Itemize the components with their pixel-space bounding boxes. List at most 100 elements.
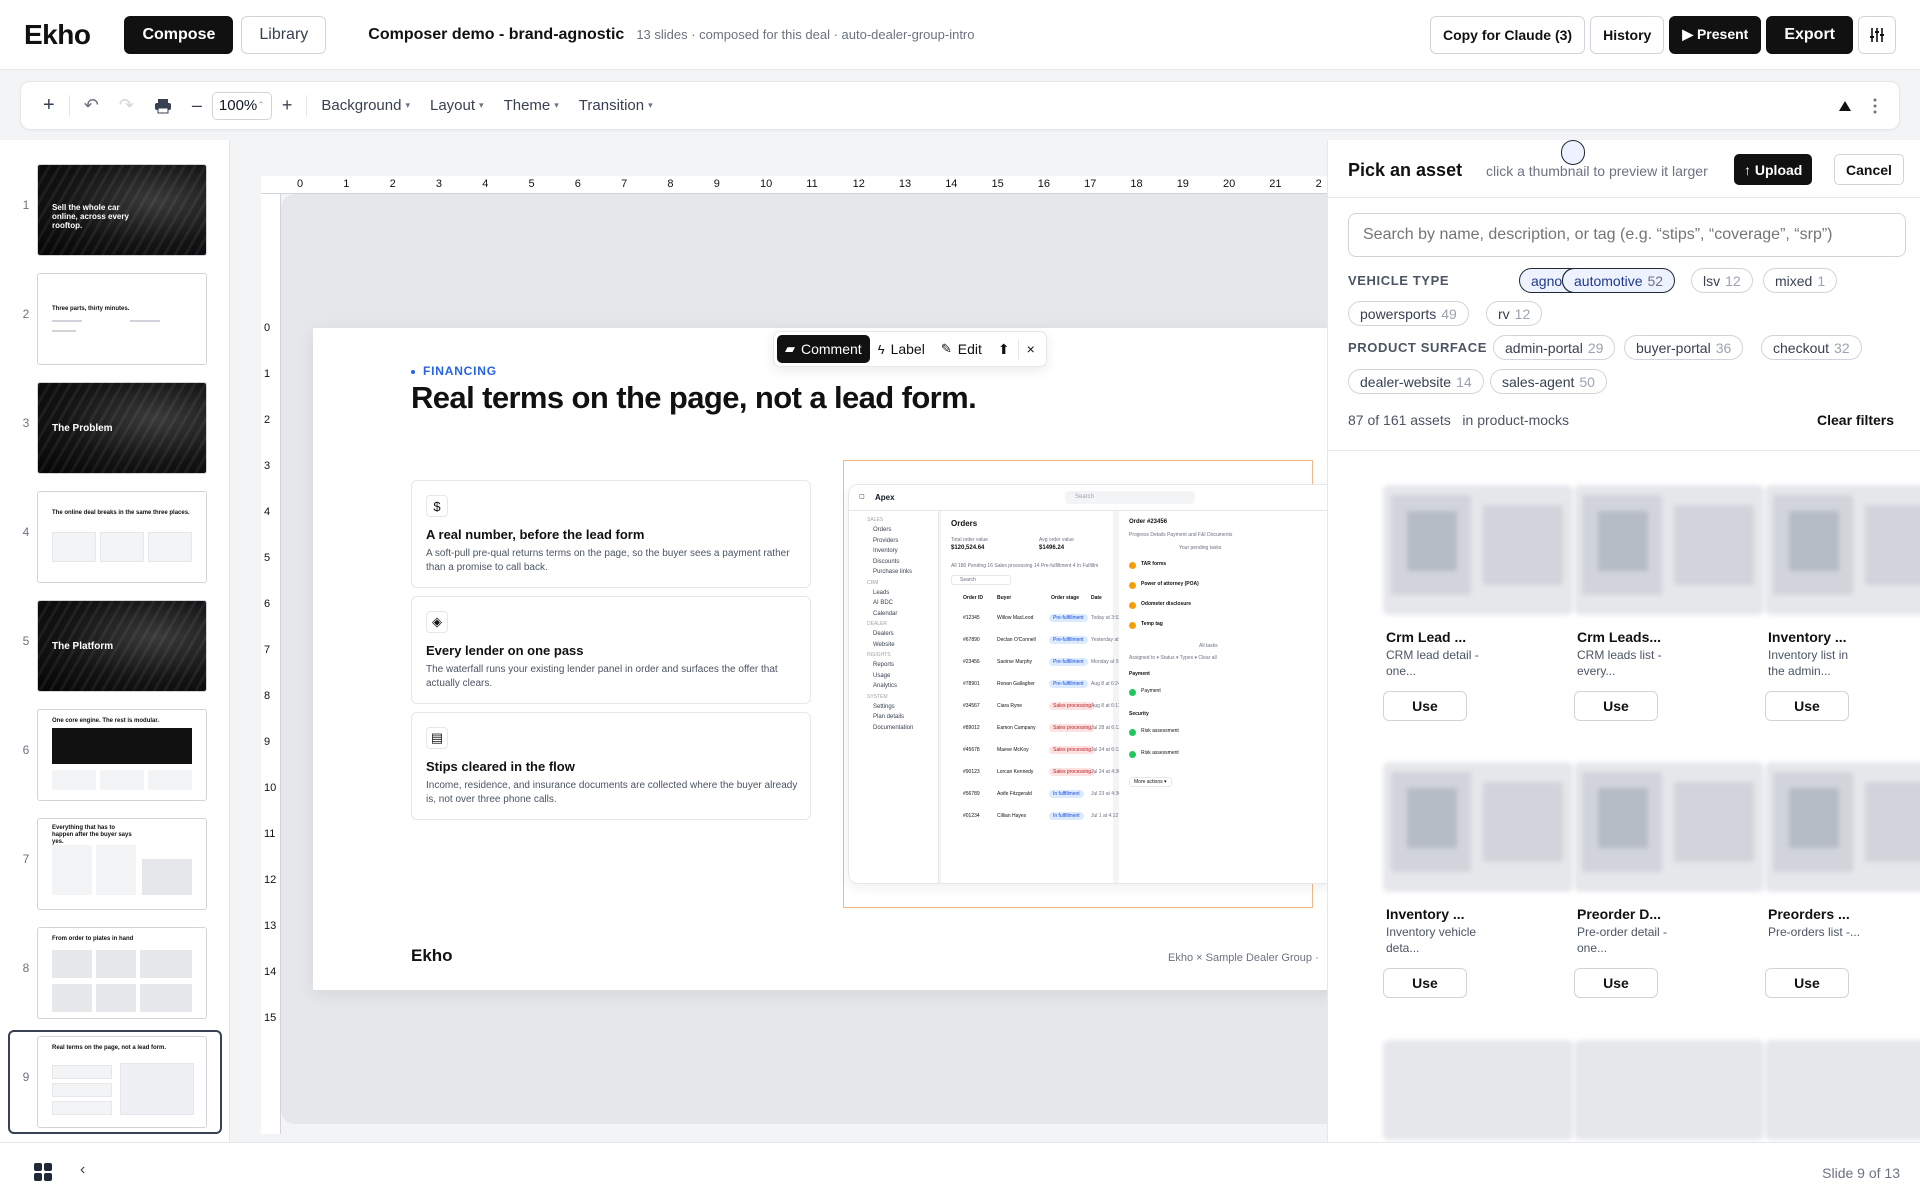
product-mock-screenshot[interactable]: ▢ Apex Search SALES Orders Providers Invent… xyxy=(848,484,1327,884)
chip-count: 1 xyxy=(1817,272,1826,289)
zoom-select[interactable]: 100% ⌃ xyxy=(211,91,272,120)
thumbnail-mock xyxy=(120,1063,194,1115)
print-button[interactable] xyxy=(144,91,182,121)
thumbnail-card xyxy=(148,770,192,790)
thumbnail-card xyxy=(52,950,92,978)
redo-icon[interactable]: ↷ xyxy=(109,91,144,121)
thumbnail-image: One core engine. The rest is modular. xyxy=(37,709,207,801)
asset-thumbnail[interactable] xyxy=(1765,485,1920,615)
library-tab[interactable]: Library xyxy=(241,15,327,54)
clear-filters-button[interactable]: Clear filters xyxy=(1817,412,1894,428)
move-up-button[interactable]: ⬆ xyxy=(990,335,1018,363)
zoom-out-button[interactable]: – xyxy=(182,91,212,121)
ruler-tick-label: 1 xyxy=(264,368,271,380)
thumbnail-image: The online deal breaks in the same three… xyxy=(37,491,207,583)
chip-dealer-website[interactable]: dealer-website 14 xyxy=(1348,369,1484,394)
mock-nav-item: Plan details xyxy=(873,714,905,720)
label-button[interactable]: ϟ Label xyxy=(870,335,933,363)
background-menu[interactable]: Background ▾ xyxy=(311,91,420,121)
ruler-tick-label: 14 xyxy=(264,966,277,978)
thumbnail-image: Real terms on the page, not a lead form. xyxy=(37,1036,207,1128)
chip-sales-agent[interactable]: sales-agent 50 xyxy=(1490,369,1607,394)
chip-buyer-portal[interactable]: buyer-portal 36 xyxy=(1624,335,1744,360)
thumb-block xyxy=(1674,505,1754,585)
mock-detail-tabs: Progress Details Payment and F&I Documen… xyxy=(1129,532,1233,538)
copy-for-claude-button[interactable]: Copy for Claude (3) xyxy=(1429,15,1586,54)
collapse-rail-button[interactable]: ‹ xyxy=(80,1161,85,1179)
feature-card[interactable]: ▤ Stips cleared in the flow Income, resi… xyxy=(411,712,811,820)
slide-thumbnail-selected[interactable]: 9 Real terms on the page, not a lead for… xyxy=(0,1030,230,1134)
compose-tab[interactable]: Compose xyxy=(124,15,234,54)
use-asset-button[interactable]: Use xyxy=(1383,691,1467,721)
asset-thumbnail[interactable] xyxy=(1383,1040,1573,1140)
slide-thumbnail[interactable]: 3 The Problem xyxy=(0,376,230,480)
asset-thumbnail[interactable] xyxy=(1574,1040,1764,1140)
use-asset-button[interactable]: Use xyxy=(1574,691,1658,721)
asset-thumbnail[interactable] xyxy=(1383,485,1573,615)
card-title: A real number, before the lead form xyxy=(426,527,645,542)
slide-thumbnail[interactable]: 6 One core engine. The rest is modular. xyxy=(0,703,230,807)
transition-menu[interactable]: Transition ▾ xyxy=(569,91,663,121)
slide-thumbnail[interactable]: 2 Three parts, thirty minutes. xyxy=(0,267,230,371)
chip-automotive[interactable]: automotive 52 xyxy=(1562,268,1676,293)
ruler-tick-label: 14 xyxy=(945,178,958,190)
vehicle-type-label: VEHICLE TYPE xyxy=(1348,273,1450,288)
asset-description: Inventory list in the admin... xyxy=(1768,648,1849,679)
undo-icon[interactable]: ↶ xyxy=(74,91,109,121)
edit-button[interactable]: ✎ Edit xyxy=(933,335,990,363)
grid-view-icon[interactable] xyxy=(34,1163,52,1181)
zoom-in-button[interactable]: + xyxy=(272,91,303,121)
more-vertical-icon[interactable] xyxy=(1873,98,1877,114)
chip-lsv[interactable]: lsv 12 xyxy=(1691,268,1753,293)
close-selection-button[interactable]: × xyxy=(1017,339,1043,359)
chip-rv[interactable]: rv 12 xyxy=(1486,301,1543,326)
edit-label: Edit xyxy=(957,341,982,357)
settings-sliders-button[interactable] xyxy=(1858,15,1896,54)
chip-checkout[interactable]: checkout 32 xyxy=(1761,335,1862,360)
asset-thumbnail[interactable] xyxy=(1574,762,1764,892)
asset-thumbnail[interactable] xyxy=(1765,762,1920,892)
cancel-button[interactable]: Cancel xyxy=(1834,154,1904,185)
mock-orders-title: Orders xyxy=(951,519,978,528)
asset-title: Preorder D... xyxy=(1577,906,1662,922)
upload-button[interactable]: ↑ Upload xyxy=(1734,154,1813,185)
mock-nav-item: Documentation xyxy=(873,724,914,731)
slide-thumbnail[interactable]: 5 The Platform xyxy=(0,594,230,698)
slide-thumbnail[interactable]: 1 Sell the whole car online, across ever… xyxy=(0,158,230,262)
present-button[interactable]: ▶ Present xyxy=(1669,15,1762,54)
slide-thumbnail[interactable]: 7 Everything that has to happen after th… xyxy=(0,812,230,916)
history-button[interactable]: History xyxy=(1590,15,1665,54)
theme-menu[interactable]: Theme ▾ xyxy=(494,91,569,121)
collapse-up-icon[interactable] xyxy=(1839,100,1851,111)
panel-header: Pick an asset click a thumbnail to previ… xyxy=(1328,140,1920,198)
comment-button[interactable]: ▰ Comment xyxy=(777,335,870,363)
chip-mixed[interactable]: mixed 1 xyxy=(1763,268,1838,293)
ruler-tick-label: 12 xyxy=(852,178,865,190)
add-slide-button[interactable]: + xyxy=(33,91,65,121)
thumb-block xyxy=(1407,511,1457,571)
slide-title[interactable]: Real terms on the page, not a lead form. xyxy=(411,380,977,416)
mock-stage-badge: Sales processing xyxy=(1049,724,1096,732)
mock-stage-badge: Sales processing xyxy=(1049,746,1096,754)
use-asset-button[interactable]: Use xyxy=(1383,968,1467,998)
asset-thumbnail[interactable] xyxy=(1383,762,1573,892)
slide-thumbnail[interactable]: 4 The online deal breaks in the same thr… xyxy=(0,485,230,589)
use-asset-button[interactable]: Use xyxy=(1574,968,1658,998)
chip-powersports[interactable]: powersports 49 xyxy=(1348,301,1469,326)
layout-menu[interactable]: Layout ▾ xyxy=(420,91,494,121)
slide-thumbnail[interactable]: 8 From order to plates in hand xyxy=(0,921,230,1025)
mock-task-item: Power of attorney (POA) xyxy=(1141,581,1199,587)
mock-order-id: #01234 xyxy=(963,813,980,819)
feature-card[interactable]: $ A real number, before the lead form A … xyxy=(411,480,811,588)
asset-thumbnail[interactable] xyxy=(1765,1040,1920,1140)
use-asset-button[interactable]: Use xyxy=(1765,691,1849,721)
slide-9[interactable]: FINANCING Real terms on the page, not a … xyxy=(313,328,1327,990)
chip-admin-portal[interactable]: admin-portal 29 xyxy=(1493,335,1616,360)
asset-thumbnail[interactable] xyxy=(1574,485,1764,615)
use-asset-button[interactable]: Use xyxy=(1765,968,1849,998)
export-button[interactable]: Export xyxy=(1766,15,1853,54)
asset-search-input[interactable] xyxy=(1348,213,1906,257)
feature-card[interactable]: ◈ Every lender on one pass The waterfall… xyxy=(411,596,811,704)
mock-avg-value: $1496.24 xyxy=(1039,545,1065,551)
thumb-block xyxy=(1789,788,1839,848)
